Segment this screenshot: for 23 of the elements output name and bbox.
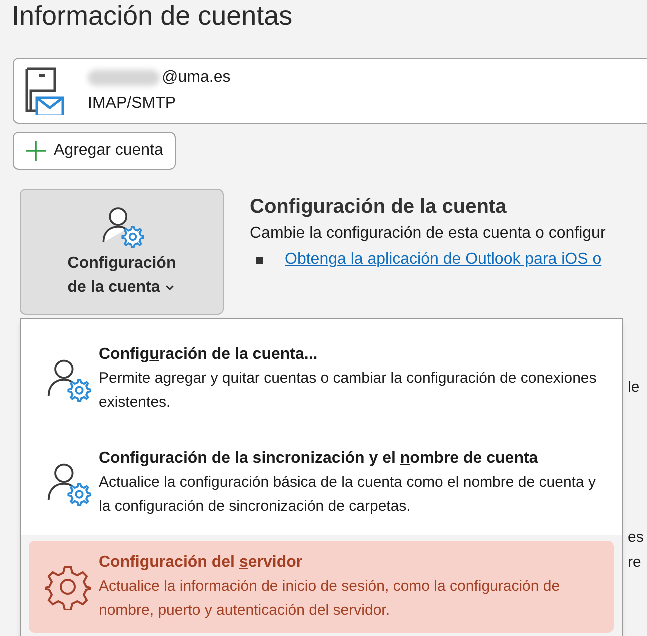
menu-item-description: Actualice la configuración básica de la cuenta como el nombre de cuenta y la configuración de sincronización de carpetas. xyxy=(99,473,597,517)
page-title: Información de cuentas xyxy=(12,0,294,33)
bullet-icon xyxy=(256,256,263,264)
account-type: IMAP/SMTP xyxy=(88,94,178,114)
account-email: @uma.es xyxy=(162,68,231,88)
menu-item-title: Configuración de la cuenta... xyxy=(99,345,319,365)
section-title: Configuración de la cuenta xyxy=(250,195,508,220)
background-text: re xyxy=(628,553,642,573)
menu-item-title: Configuración de la sincronización y el nombre de cuenta xyxy=(99,449,540,469)
background-text: le xyxy=(628,378,640,398)
outlook-app-link[interactable]: Obtenga la aplicación de Outlook para iOS o xyxy=(285,248,602,272)
account-card[interactable]: @uma.es IMAP/SMTP xyxy=(13,58,647,124)
gear-icon xyxy=(45,564,91,610)
account-settings-button[interactable]: Configuración de la cuenta xyxy=(20,189,224,315)
menu-item[interactable]: Configuración del servidor Actualice la información de inicio de sesión, como la configuración de nombre, puerto y autenticación del servidor. xyxy=(29,541,614,633)
blur-mask xyxy=(88,70,160,86)
menu-item-description: Actualice la información de inicio de sesión, como la configuración de nombre, puerto y autenticación del servidor. xyxy=(99,577,562,621)
menu-item-title: Configuración del servidor xyxy=(99,553,304,573)
add-account-button[interactable]: Agregar cuenta xyxy=(13,132,176,170)
section-description: Cambie la configuración de esta cuenta o configur xyxy=(250,224,606,244)
menu-item-description: Permite agregar y quitar cuentas o cambiar la configuración de conexiones existentes. xyxy=(99,369,598,413)
plus-icon xyxy=(26,141,46,161)
background-text: es xyxy=(628,528,644,548)
